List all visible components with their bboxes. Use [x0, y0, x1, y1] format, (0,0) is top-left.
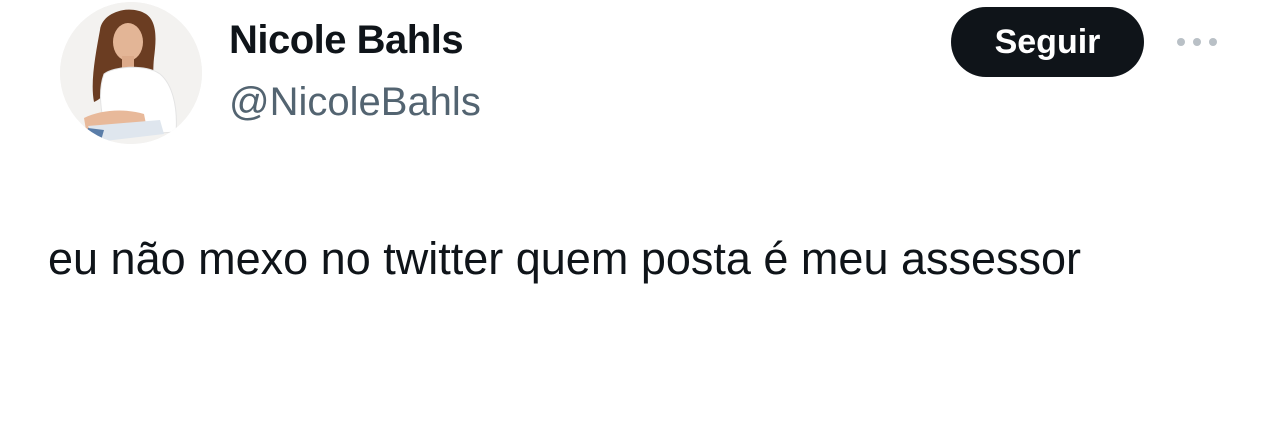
tweet-text: eu não mexo no twitter quem posta é meu …: [48, 233, 1082, 284]
author-handle[interactable]: @NicoleBahls: [229, 80, 481, 125]
author-name[interactable]: Nicole Bahls: [229, 18, 464, 63]
more-horizontal-icon: [1177, 38, 1217, 46]
tweet-card: Nicole Bahls @NicoleBahls Seguir eu não …: [0, 0, 1284, 427]
avatar-photo: [60, 2, 202, 144]
more-options-button[interactable]: [1170, 28, 1224, 56]
avatar[interactable]: [60, 2, 202, 144]
follow-button[interactable]: Seguir: [951, 7, 1144, 77]
